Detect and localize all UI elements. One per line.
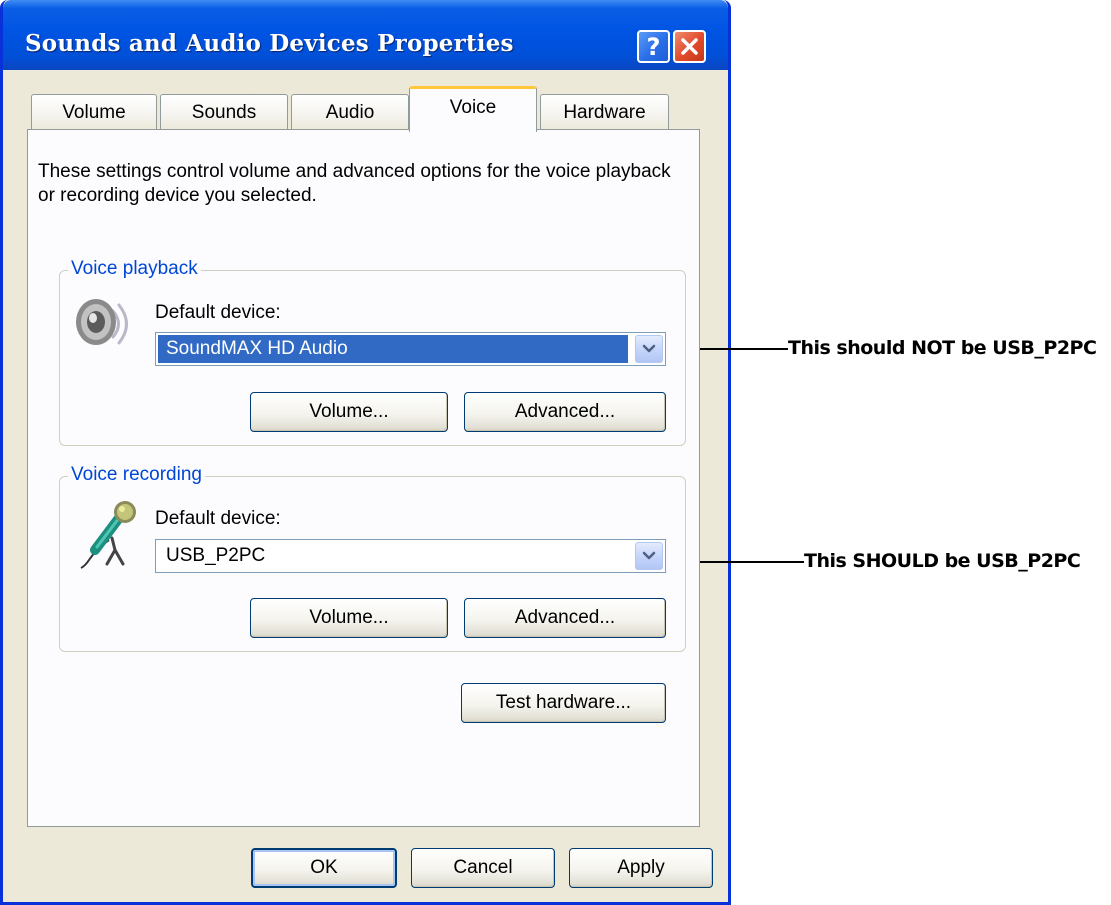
chevron-down-icon bbox=[642, 344, 656, 353]
playback-advanced-button[interactable]: Advanced... bbox=[464, 392, 666, 432]
help-button[interactable]: ? bbox=[637, 30, 670, 63]
recording-annotation: This SHOULD be USB_P2PC bbox=[804, 550, 1081, 572]
playback-device-label: Default device: bbox=[155, 302, 281, 323]
playback-device-value: SoundMAX HD Audio bbox=[158, 335, 628, 363]
group-label: Voice playback bbox=[68, 258, 201, 280]
tab-audio[interactable]: Audio bbox=[291, 94, 409, 130]
cancel-button[interactable]: Cancel bbox=[411, 848, 555, 888]
recording-advanced-button[interactable]: Advanced... bbox=[464, 598, 666, 638]
recording-volume-button[interactable]: Volume... bbox=[250, 598, 448, 638]
recording-device-label: Default device: bbox=[155, 508, 281, 529]
tab-label: Volume bbox=[62, 101, 126, 123]
ok-button[interactable]: OK bbox=[251, 848, 397, 888]
playback-annotation: This should NOT be USB_P2PC bbox=[788, 337, 1097, 359]
voice-description: These settings control volume and advanc… bbox=[38, 161, 671, 206]
tab-label: Voice bbox=[449, 96, 497, 118]
tab-label: Hardware bbox=[563, 101, 646, 123]
tab-hardware[interactable]: Hardware bbox=[540, 94, 669, 130]
dialog-window: Sounds and Audio Devices Properties ? Vo… bbox=[0, 0, 731, 905]
recording-device-dropdown[interactable]: USB_P2PC bbox=[155, 539, 666, 573]
dropdown-arrow-button[interactable] bbox=[635, 335, 663, 363]
tab-label: Sounds bbox=[191, 101, 257, 123]
recording-device-value: USB_P2PC bbox=[166, 545, 266, 566]
close-icon bbox=[681, 38, 698, 55]
tab-volume[interactable]: Volume bbox=[31, 94, 157, 130]
window-title: Sounds and Audio Devices Properties bbox=[25, 30, 514, 57]
speaker-icon bbox=[76, 299, 128, 345]
apply-button[interactable]: Apply bbox=[569, 848, 713, 888]
title-bar[interactable]: Sounds and Audio Devices Properties ? bbox=[3, 0, 728, 70]
help-icon: ? bbox=[646, 32, 661, 61]
microphone-icon bbox=[80, 501, 136, 569]
screenshot: Sounds and Audio Devices Properties ? Vo… bbox=[0, 0, 1111, 905]
chevron-down-icon bbox=[642, 551, 656, 560]
playback-device-dropdown[interactable]: SoundMAX HD Audio bbox=[155, 332, 666, 366]
tab-sounds[interactable]: Sounds bbox=[160, 94, 288, 130]
tab-label: Audio bbox=[325, 101, 375, 123]
tab-voice[interactable]: Voice bbox=[409, 86, 537, 132]
test-hardware-button[interactable]: Test hardware... bbox=[461, 683, 666, 723]
group-label: Voice recording bbox=[68, 464, 205, 486]
dropdown-arrow-button[interactable] bbox=[635, 542, 663, 570]
close-button[interactable] bbox=[673, 30, 706, 63]
playback-volume-button[interactable]: Volume... bbox=[250, 392, 448, 432]
